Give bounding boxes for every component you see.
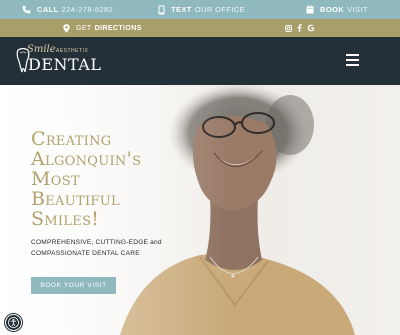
- contact-bar: CALL 224-278-8282 TEXT OUR OFFICE BOOK V…: [0, 0, 400, 19]
- google-icon: [307, 24, 315, 32]
- book-visit-link[interactable]: BOOK VISIT: [306, 0, 368, 19]
- accessibility-button[interactable]: [5, 314, 22, 331]
- headline-line: Most: [31, 168, 80, 190]
- google-link[interactable]: [307, 19, 315, 37]
- call-label: CALL: [37, 5, 59, 14]
- facebook-link[interactable]: [297, 19, 302, 37]
- hero-headline: Creating Algonquin's Most Beautiful Smil…: [31, 129, 201, 229]
- facebook-icon: [297, 24, 302, 32]
- directions-prefix: GET: [76, 24, 92, 32]
- headline-line: Smiles!: [31, 208, 100, 230]
- text-office-link[interactable]: TEXT OUR OFFICE: [158, 0, 245, 19]
- text-label: TEXT: [171, 5, 192, 14]
- logo-aesthetix-text: AESTHETIX: [56, 48, 89, 54]
- logo-dental-text: DENTAL: [28, 55, 102, 74]
- site-header: Smile AESTHETIX DENTAL: [0, 37, 400, 85]
- hero-subtext: COMPREHENSIVE, CUTTING-EDGE and COMPASSI…: [31, 239, 162, 257]
- directions-label: DIRECTIONS: [94, 24, 142, 32]
- directions-bar: GET DIRECTIONS: [0, 19, 400, 37]
- headline-line: Beautiful: [31, 188, 120, 210]
- book-label: BOOK: [320, 5, 345, 14]
- calendar-icon: [306, 5, 314, 14]
- accessibility-icon: [8, 317, 19, 328]
- call-link[interactable]: CALL 224-278-8282: [22, 0, 113, 19]
- mobile-icon: [158, 5, 165, 14]
- book-rest: VISIT: [347, 5, 368, 14]
- text-rest: OUR OFFICE: [194, 5, 246, 14]
- call-number: 224-278-8282: [61, 5, 114, 14]
- get-directions-link[interactable]: GET DIRECTIONS: [63, 19, 142, 37]
- headline-line: Creating: [31, 128, 112, 150]
- instagram-link[interactable]: [285, 19, 292, 37]
- logo-smile-text: Smile: [27, 44, 56, 55]
- location-pin-icon: [63, 23, 70, 33]
- logo[interactable]: Smile AESTHETIX DENTAL: [15, 43, 101, 77]
- hamburger-menu-icon: [346, 54, 359, 56]
- instagram-icon: [285, 24, 292, 32]
- phone-icon: [22, 5, 31, 14]
- hamburger-menu-button[interactable]: [346, 54, 359, 66]
- book-your-visit-button[interactable]: BOOK YOUR VISIT: [31, 277, 116, 294]
- headline-line: Algonquin's: [31, 148, 142, 170]
